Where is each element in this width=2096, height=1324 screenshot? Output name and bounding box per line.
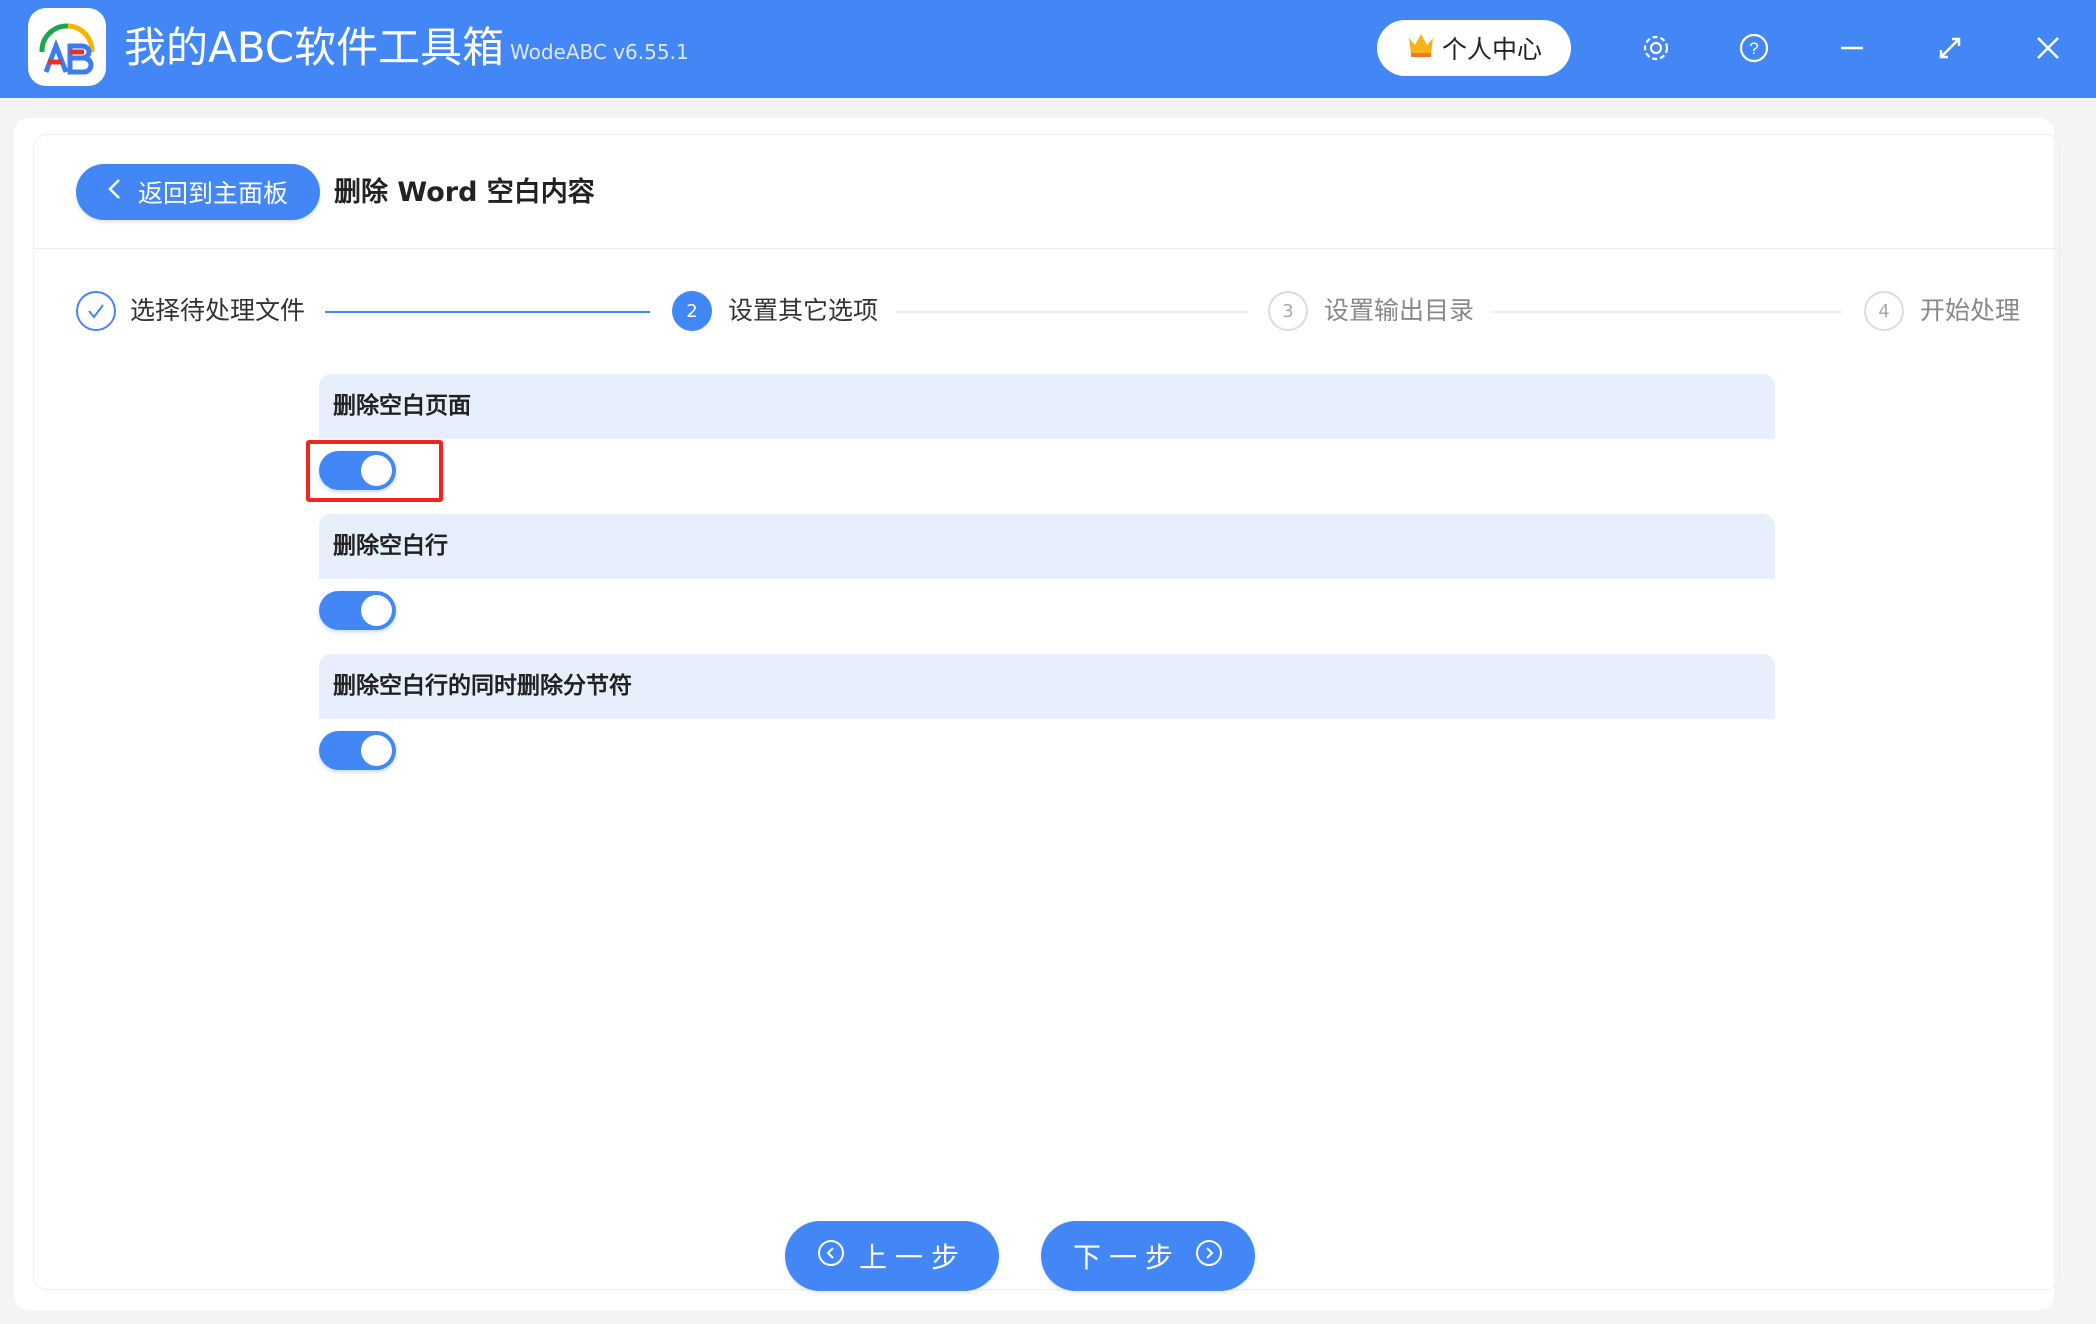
back-label: 返回到主面板 xyxy=(138,179,289,208)
close-icon[interactable] xyxy=(2028,28,2068,68)
maximize-icon[interactable] xyxy=(1930,28,1970,68)
user-center-label: 个人中心 xyxy=(1441,35,1542,64)
step-connector xyxy=(896,311,1248,313)
toggle-knob xyxy=(361,595,392,626)
next-step-label: 下一步 xyxy=(1072,1241,1181,1274)
header-divider xyxy=(34,248,2059,249)
app-logo xyxy=(28,8,106,86)
previous-step-label: 上一步 xyxy=(858,1241,967,1274)
chevron-left-circle-icon xyxy=(817,1239,845,1274)
step-4-label: 开始处理 xyxy=(1920,296,2021,325)
title-bar: 我的ABC软件工具箱 WodeABC v6.55.1 个人中心 ? xyxy=(0,0,2096,98)
help-icon[interactable]: ? xyxy=(1734,28,1774,68)
svg-text:?: ? xyxy=(1749,39,1758,58)
user-center-button[interactable]: 个人中心 xyxy=(1377,20,1571,76)
step-connector xyxy=(325,311,650,313)
step-4-number: 4 xyxy=(1864,291,1904,331)
back-to-main-button[interactable]: 返回到主面板 xyxy=(76,164,320,220)
next-step-button[interactable]: 下一步 xyxy=(1041,1221,1255,1291)
step-3-label: 设置输出目录 xyxy=(1324,296,1475,325)
page-title: 删除 Word 空白内容 xyxy=(334,177,595,208)
app-version: WodeABC v6.55.1 xyxy=(510,40,689,64)
option-header-delete-blank-pages: 删除空白页面 xyxy=(319,374,1775,439)
step-2-number: 2 xyxy=(672,291,712,331)
gear-icon[interactable] xyxy=(1636,28,1676,68)
step-1-check-icon xyxy=(76,291,116,331)
option-header-delete-blank-lines: 删除空白行 xyxy=(319,514,1775,579)
previous-step-button[interactable]: 上一步 xyxy=(785,1221,999,1291)
toggle-delete-blank-lines[interactable] xyxy=(319,591,396,630)
step-2-label: 设置其它选项 xyxy=(728,296,879,325)
step-3-number: 3 xyxy=(1268,291,1308,331)
app-title: 我的ABC软件工具箱 xyxy=(124,23,505,72)
toggle-delete-section-breaks[interactable] xyxy=(319,731,396,770)
toggle-knob xyxy=(361,735,392,766)
chevron-right-circle-icon xyxy=(1195,1239,1223,1274)
minimize-icon[interactable] xyxy=(1832,28,1872,68)
step-1-label: 选择待处理文件 xyxy=(130,296,306,325)
step-connector xyxy=(1492,311,1842,313)
option-header-delete-section-breaks: 删除空白行的同时删除分节符 xyxy=(319,654,1775,719)
crown-icon xyxy=(1406,30,1436,66)
highlight-box xyxy=(306,440,443,502)
chevron-left-icon xyxy=(106,177,122,207)
